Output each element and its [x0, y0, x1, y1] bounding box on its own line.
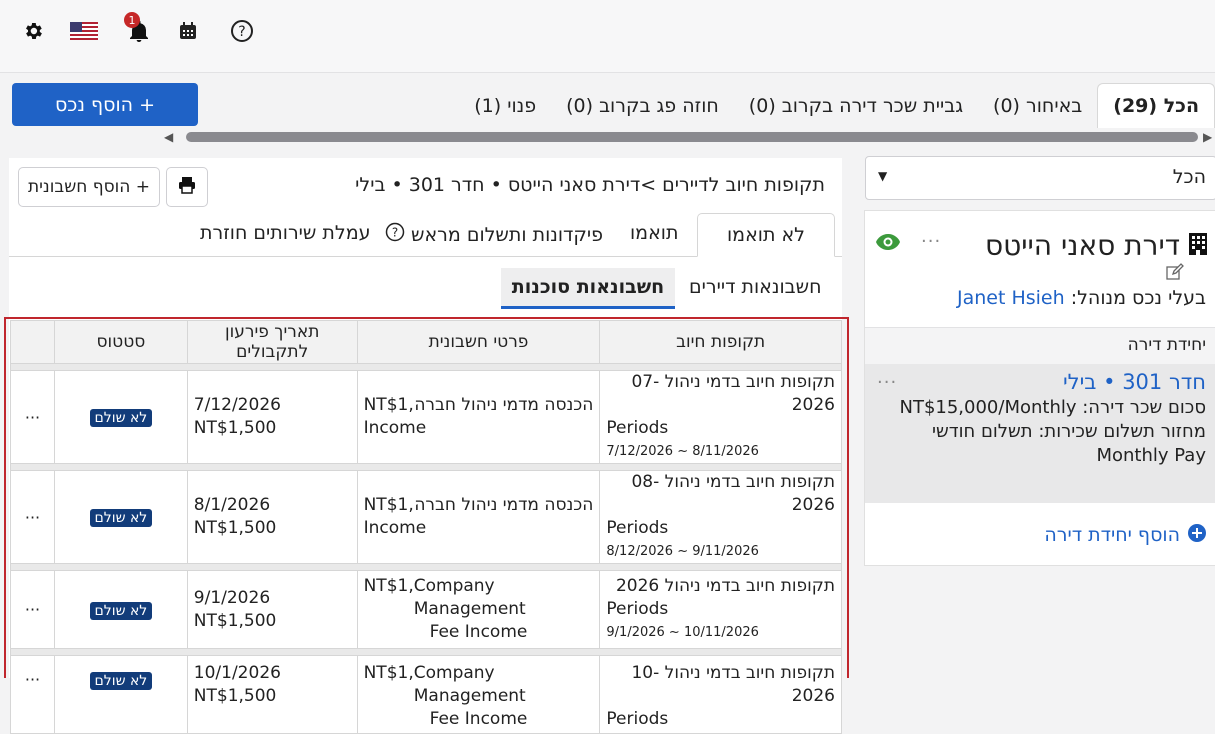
add-circle-icon [1188, 524, 1206, 546]
add-invoice-button[interactable]: + הוסף חשבונית [18, 167, 160, 207]
highlight-frame [4, 317, 849, 678]
due-amount: NT$1,500 [193, 686, 277, 706]
property-card: דירת סאני הייטס ··· בעלי נכס מנוהל: Jane… [864, 210, 1215, 566]
edit-icon[interactable] [1166, 263, 1184, 285]
add-unit-button[interactable]: הוסף יחידת דירה [1044, 524, 1206, 546]
help-icon[interactable]: ? [229, 18, 255, 44]
unit-payment-cycle-en: Monthly Pay [1096, 445, 1206, 466]
horizontal-scrollbar[interactable] [186, 132, 1198, 142]
add-unit-label: הוסף יחידת דירה [1044, 524, 1180, 546]
tab-rent-due-soon[interactable]: גביית שכר דירה בקרוב (0) [734, 83, 978, 128]
period-label-en: Periods [606, 709, 669, 729]
gear-icon[interactable] [20, 18, 46, 44]
tab-agency-accounting[interactable]: חשבונאות סוכנות [501, 268, 675, 309]
tab-overdue[interactable]: באיחור (0) [978, 83, 1097, 128]
tab-all[interactable]: הכל (29) [1097, 83, 1215, 128]
us-flag-icon[interactable] [70, 18, 98, 44]
print-button[interactable] [166, 167, 208, 207]
eye-icon[interactable] [875, 233, 901, 255]
subtab-deposits-label: פיקדונות ותשלום מראש [411, 223, 603, 246]
unit-more-icon[interactable]: ··· [877, 372, 897, 393]
unit-title-link[interactable]: חדר 301 • בילי [1063, 370, 1206, 394]
owner-name-link[interactable]: Janet Hsieh [957, 287, 1065, 309]
status-tabs: הכל (29) באיחור (0) גביית שכר דירה בקרוב… [459, 83, 1215, 128]
subtab-matched[interactable]: תואמו [630, 222, 678, 244]
property-more-icon[interactable]: ··· [921, 231, 941, 252]
unit-payment-cycle: מחזור תשלום שכירות: תשלום חודשי [931, 421, 1206, 442]
calendar-icon[interactable] [175, 18, 201, 44]
tab-vacant[interactable]: פנוי (1) [459, 83, 551, 128]
owner-label: בעלי נכס מנוהל: [1070, 287, 1206, 309]
unit-card[interactable]: ··· חדר 301 • בילי סכום שכר דירה: NT$15,… [865, 364, 1215, 503]
filter-selected-value: הכל [1172, 166, 1206, 188]
subtab-unmatched[interactable]: לא תואמו [697, 213, 835, 257]
scroll-right-icon[interactable]: ▶ [1203, 130, 1212, 144]
property-name: דירת סאני הייטס [984, 229, 1180, 262]
units-header: יחידת דירה [1127, 335, 1206, 355]
scroll-left-icon[interactable]: ◀ [164, 130, 173, 144]
chevron-down-icon: ▼ [878, 169, 888, 183]
subtab-deposits-prepayments[interactable]: פיקדונות ותשלום מראש ? [385, 222, 603, 247]
units-header-bar: יחידת דירה [865, 327, 1215, 365]
add-property-button[interactable]: + הוסף נכס [12, 83, 198, 126]
help-circle-icon[interactable]: ? [385, 222, 405, 247]
building-icon [1188, 232, 1208, 260]
tab-contract-expiring[interactable]: חוזה פג בקרוב (0) [551, 83, 734, 128]
svg-text:?: ? [238, 24, 245, 40]
property-filter-select[interactable]: ▼ הכל [865, 156, 1215, 200]
notification-badge: 1 [124, 12, 140, 28]
invoice-description-2: Fee Income [429, 709, 528, 729]
printer-icon [178, 176, 196, 198]
unit-rent: סכום שכר דירה: NT$15,000/Monthly [899, 397, 1206, 418]
breadcrumb: תקופות חיוב לדיירים >דירת סאני הייטס • ח… [355, 174, 825, 196]
svg-text:?: ? [392, 226, 398, 240]
tab-tenant-accounting[interactable]: חשבונאות דיירים [689, 276, 822, 298]
subtab-recurring-service-fee[interactable]: עמלת שירותים חוזרת [200, 222, 371, 244]
